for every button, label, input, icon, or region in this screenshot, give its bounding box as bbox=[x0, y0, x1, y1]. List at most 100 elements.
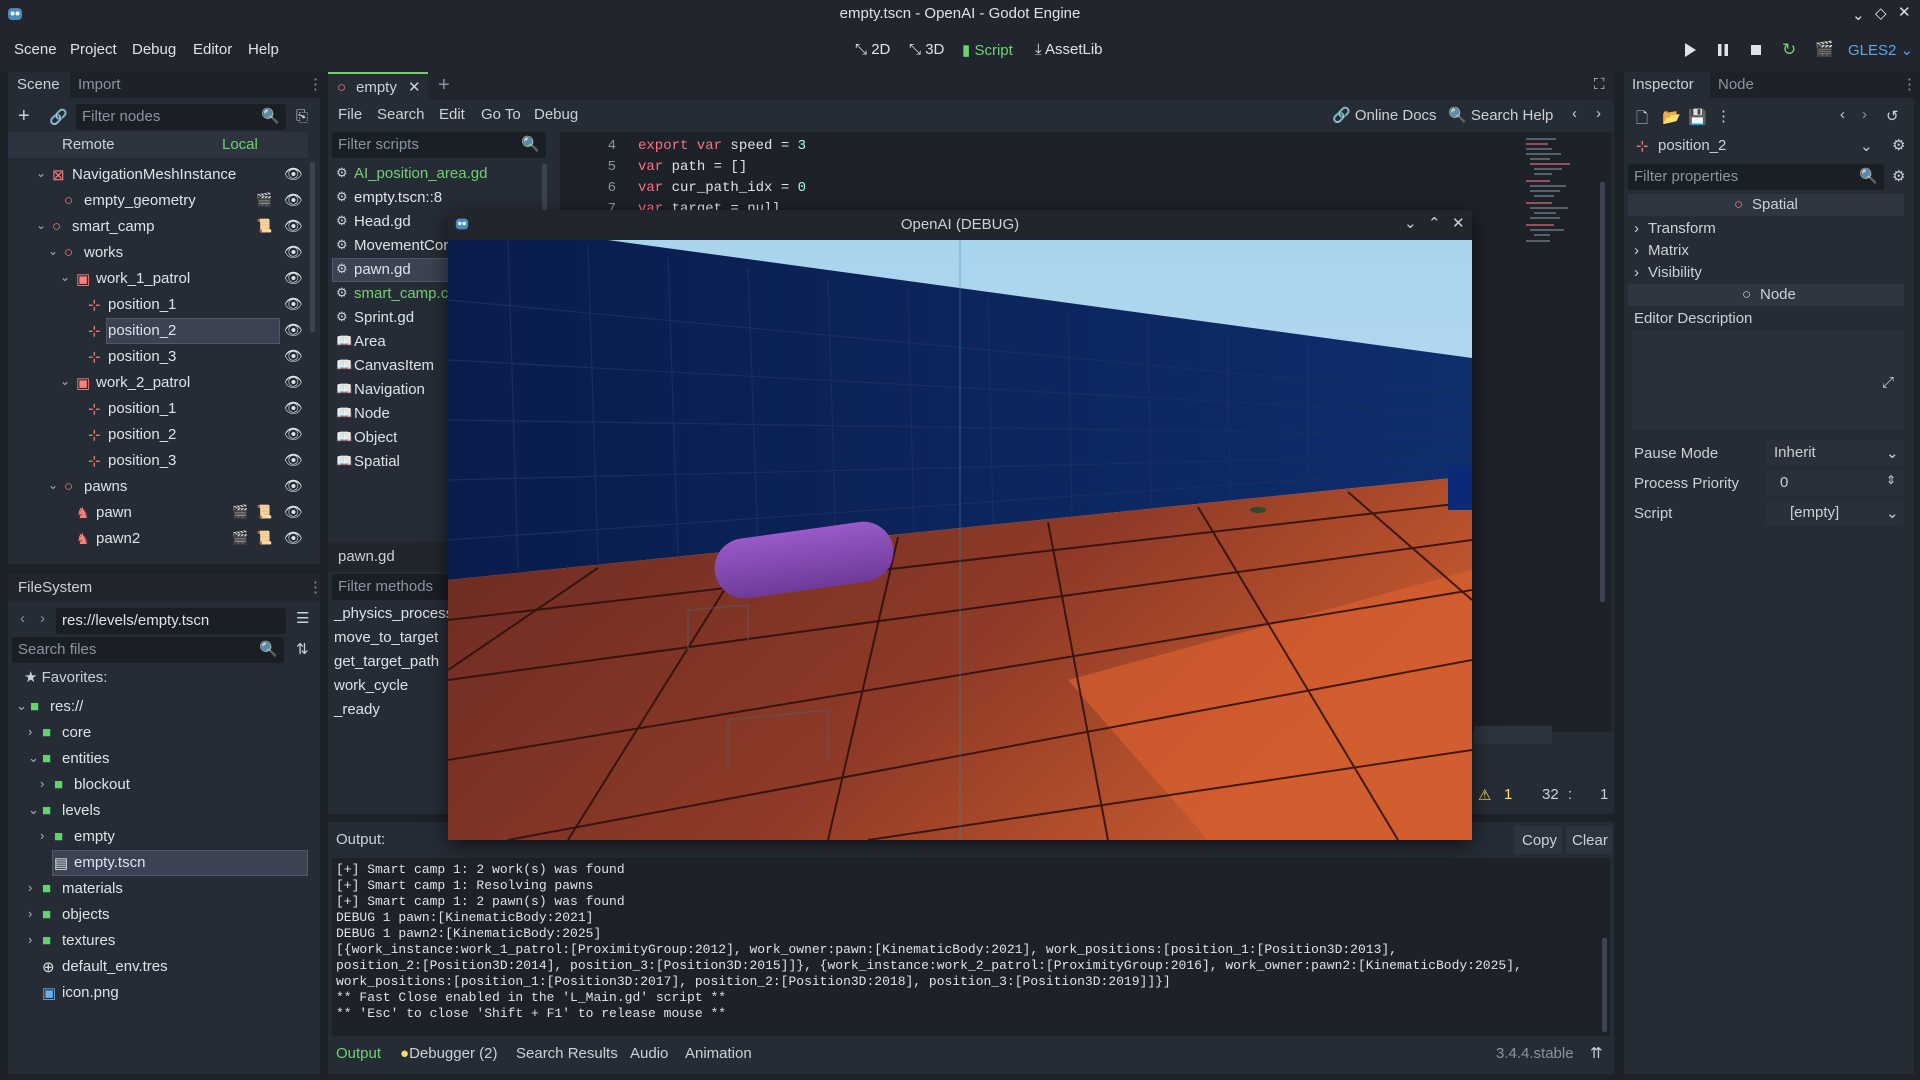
file-tree-row[interactable] bbox=[8, 746, 320, 772]
method-list-item[interactable]: _ready bbox=[334, 701, 380, 727]
method-list-item[interactable]: move_to_target bbox=[334, 629, 438, 655]
bottom-tab-debugger[interactable]: ●Debugger (2) bbox=[400, 1045, 497, 1062]
code-minimap[interactable] bbox=[1524, 136, 1574, 246]
online-docs-button[interactable]: 🔗 Online Docs bbox=[1332, 106, 1437, 124]
chevron-down-icon[interactable]: ⌄ bbox=[60, 270, 70, 284]
play-icon[interactable] bbox=[1683, 42, 1697, 58]
close-window-icon[interactable]: ✕ bbox=[1452, 214, 1465, 232]
close-window-icon[interactable]: ✕ bbox=[1898, 3, 1911, 21]
menu-editor[interactable]: Editor bbox=[193, 41, 232, 58]
instance-scene-icon[interactable]: ⎘ bbox=[296, 108, 308, 125]
visibility-eye-icon[interactable]: 👁 bbox=[284, 165, 303, 183]
pause-icon[interactable] bbox=[1716, 42, 1730, 58]
method-list-item[interactable]: _physics_process bbox=[334, 605, 453, 631]
script-menu-edit[interactable]: Edit bbox=[439, 106, 465, 123]
history-forward-icon[interactable]: › bbox=[1862, 106, 1867, 123]
filter-scripts-input[interactable]: Filter scripts 🔍 bbox=[332, 132, 546, 158]
visibility-eye-icon[interactable]: 👁 bbox=[284, 503, 303, 521]
history-icon[interactable]: ↺ bbox=[1886, 107, 1899, 125]
chevron-down-icon[interactable]: ⌄ bbox=[48, 478, 58, 492]
pin-panel-icon[interactable]: ⇈ bbox=[1590, 1044, 1603, 1062]
chevron-down-icon[interactable]: ⌄ bbox=[28, 750, 39, 766]
history-back-icon[interactable]: ‹ bbox=[1572, 105, 1577, 122]
method-list-item[interactable]: work_cycle bbox=[334, 677, 408, 703]
method-list-item[interactable]: get_target_path bbox=[334, 653, 439, 679]
maximize-window-icon[interactable]: ◇ bbox=[1875, 4, 1887, 22]
process-priority-spinbox[interactable]: 0 ⇕ bbox=[1766, 470, 1904, 496]
favorites-row[interactable]: ★ Favorites: bbox=[24, 668, 107, 694]
save-icon[interactable]: 💾 bbox=[1688, 108, 1707, 126]
movie-icon[interactable]: 🎬 bbox=[1815, 40, 1834, 58]
workspace-3d-button[interactable]: ⤡ 3D bbox=[909, 41, 944, 58]
script-menu-goto[interactable]: Go To bbox=[481, 106, 521, 123]
path-field[interactable]: res://levels/empty.tscn bbox=[56, 608, 286, 634]
script-icon[interactable]: 📜 bbox=[256, 530, 272, 546]
visibility-eye-icon[interactable]: 👁 bbox=[284, 425, 303, 443]
dock-menu-icon[interactable]: ⋮ bbox=[308, 578, 323, 596]
script-icon[interactable]: 📜 bbox=[256, 504, 272, 520]
bottom-tab-output[interactable]: Output bbox=[336, 1045, 381, 1062]
open-folder-icon[interactable]: 📂 bbox=[1662, 108, 1681, 126]
editor-description-field[interactable] bbox=[1632, 330, 1904, 430]
visibility-eye-icon[interactable]: 👁 bbox=[284, 451, 303, 469]
chevron-right-icon[interactable]: › bbox=[28, 724, 32, 739]
script-icon[interactable]: 📜 bbox=[256, 218, 272, 234]
minimize-window-icon[interactable]: ⌄ bbox=[1404, 214, 1417, 232]
filter-nodes-input[interactable]: Filter nodes 🔍 bbox=[76, 104, 286, 130]
open-scene-icon[interactable]: 🎬 bbox=[232, 504, 248, 520]
horizontal-scrollbar[interactable] bbox=[1474, 726, 1552, 744]
tab-empty[interactable]: ○ empty ✕ bbox=[328, 72, 428, 100]
renderer-select[interactable]: GLES2 ⌄ bbox=[1848, 41, 1913, 59]
visibility-eye-icon[interactable]: 👁 bbox=[284, 191, 303, 209]
property-settings-icon[interactable]: ⚙ bbox=[1892, 167, 1905, 185]
warning-icon[interactable]: ⚠ bbox=[1478, 786, 1491, 804]
visibility-eye-icon[interactable]: 👁 bbox=[284, 243, 303, 261]
chevron-right-icon[interactable]: › bbox=[40, 828, 44, 843]
chevron-down-icon[interactable]: ⌄ bbox=[36, 218, 46, 232]
chevron-right-icon[interactable]: › bbox=[28, 932, 32, 947]
tab-scene[interactable]: Scene bbox=[8, 72, 70, 98]
chevron-right-icon[interactable]: › bbox=[28, 880, 32, 895]
menu-scene[interactable]: Scene bbox=[14, 41, 57, 58]
section-transform[interactable]: › Transform bbox=[1628, 218, 1904, 240]
history-forward-icon[interactable]: › bbox=[1596, 105, 1601, 122]
visibility-eye-icon[interactable]: 👁 bbox=[284, 477, 303, 495]
back-icon[interactable]: ‹ bbox=[20, 610, 25, 627]
game-viewport[interactable] bbox=[448, 240, 1472, 840]
pause-mode-select[interactable]: Inherit ⌄ bbox=[1766, 440, 1904, 466]
forward-icon[interactable]: › bbox=[40, 610, 45, 627]
tab-inspector[interactable]: Inspector bbox=[1624, 72, 1710, 98]
link-icon[interactable]: 🔗 bbox=[49, 108, 68, 126]
output-scrollbar[interactable] bbox=[1602, 938, 1607, 1032]
chevron-down-icon[interactable]: ⌄ bbox=[28, 802, 39, 818]
dock-menu-icon[interactable]: ⋮ bbox=[1902, 75, 1917, 93]
file-tree-row[interactable] bbox=[8, 720, 320, 746]
file-tree-row[interactable] bbox=[8, 876, 320, 902]
local-tab[interactable]: Local bbox=[222, 136, 258, 153]
new-resource-icon[interactable]: 🗋 bbox=[1636, 108, 1648, 133]
script-menu-debug[interactable]: Debug bbox=[534, 106, 578, 123]
tab-import[interactable]: Import bbox=[78, 76, 121, 93]
workspace-script-button[interactable]: ▮ Script bbox=[962, 41, 1013, 59]
refresh-icon[interactable]: ↻ bbox=[1782, 40, 1796, 60]
sort-icon[interactable]: ⇅ bbox=[296, 640, 309, 658]
open-scene-icon[interactable]: 🎬 bbox=[232, 530, 248, 546]
filter-properties-input[interactable]: Filter properties 🔍 bbox=[1628, 164, 1884, 190]
code-scrollbar[interactable] bbox=[1600, 182, 1605, 602]
script-menu-search[interactable]: Search bbox=[377, 106, 425, 123]
search-help-button[interactable]: 🔍 Search Help bbox=[1448, 106, 1553, 124]
visibility-eye-icon[interactable]: 👁 bbox=[284, 399, 303, 417]
clear-button[interactable]: Clear bbox=[1566, 826, 1612, 854]
visibility-eye-icon[interactable]: 👁 bbox=[284, 529, 303, 547]
menu-help[interactable]: Help bbox=[248, 41, 279, 58]
fullscreen-icon[interactable]: ⛶ bbox=[1594, 76, 1605, 93]
chevron-down-icon[interactable]: ⌄ bbox=[36, 166, 46, 180]
node-selector[interactable]: ⊹ position_2 ⌄ bbox=[1628, 134, 1884, 160]
menu-debug[interactable]: Debug bbox=[132, 41, 176, 58]
file-tree-row[interactable] bbox=[8, 928, 320, 954]
visibility-eye-icon[interactable]: 👁 bbox=[284, 269, 303, 287]
visibility-eye-icon[interactable]: 👁 bbox=[284, 321, 303, 339]
new-tab-icon[interactable]: + bbox=[438, 74, 450, 97]
object-properties-icon[interactable]: ⚙ bbox=[1892, 136, 1905, 154]
expand-icon[interactable]: ⤢ bbox=[1882, 374, 1894, 391]
